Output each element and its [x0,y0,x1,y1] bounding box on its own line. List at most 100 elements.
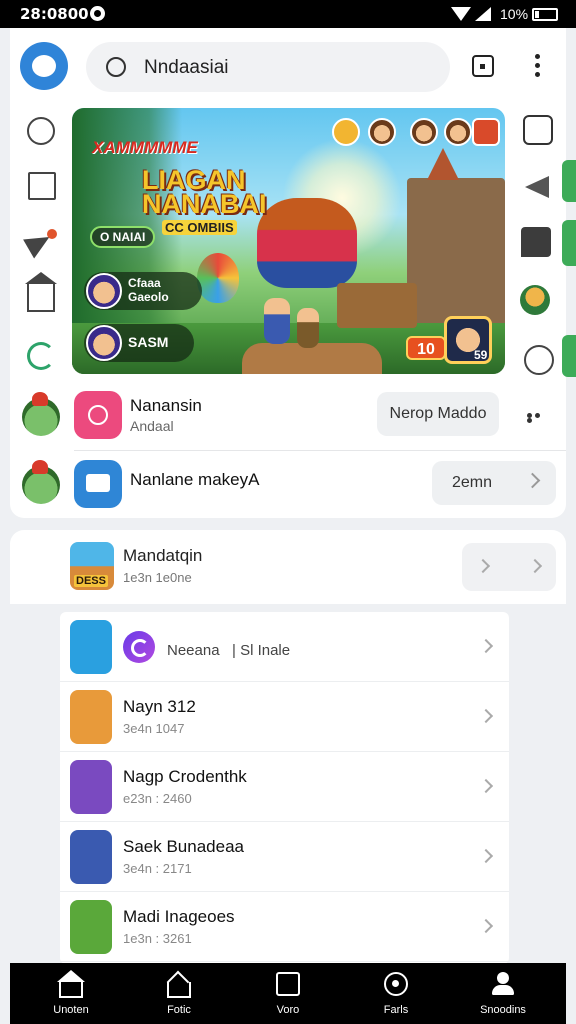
app-tag: DESS [74,575,108,587]
more-options-icon[interactable] [527,413,549,423]
home-icon[interactable] [25,272,57,312]
megaphone-icon[interactable] [523,172,553,202]
game-badge-icon [22,392,60,436]
nav-item-home[interactable]: Unoten [26,963,116,1024]
list-item-title: Nagp Crodenthk [123,767,247,786]
clock-icon[interactable] [27,117,55,145]
home-icon [57,970,85,998]
heart-icon [88,405,108,425]
edge-tab[interactable] [562,335,576,377]
banner-pill: O NAIAI [90,226,156,248]
opponent-score: 59 [474,348,488,362]
character-illustration [264,298,290,344]
chevron-right-icon [527,558,543,574]
game-app-icon: DESS [70,542,114,590]
chevron-right-icon [478,638,494,654]
game-avatar [70,620,112,674]
player-card[interactable]: Cfaaa Gaeolo [84,272,202,310]
game-avatar-icon[interactable] [520,285,550,315]
list-item[interactable]: Nayn 312 3e4n 1047 [60,682,509,752]
player-avatar [86,273,122,309]
lightning-icon[interactable] [332,118,360,146]
chevron-right-icon [478,848,494,864]
cart-illustration [337,283,417,328]
featured-game-banner[interactable]: XAMMMMME LIAGAN NANABAI CC OMBIIS O NAIA… [72,108,505,374]
game-badge-icon [22,460,60,504]
bottom-nav: Unoten Fotic Voro Farls Snoodins [10,963,566,1024]
library-icon[interactable] [28,172,56,200]
timer-icon[interactable] [524,345,554,375]
balloon-illustration [197,253,239,303]
player-avatar-icon[interactable] [368,118,396,146]
list-item-subtitle: e23n : 2460 [123,791,192,806]
player-avatar [86,325,122,361]
search-input[interactable]: Nndaasiai [144,57,229,79]
search-bar[interactable]: Nndaasiai [86,42,450,92]
battery-icon [532,8,558,21]
app-icon[interactable] [74,460,122,508]
nav-item-farls[interactable]: Farls [351,963,441,1024]
pentagon-icon [167,982,191,998]
featured-card[interactable]: DESS Mandatqin 1e3n 1e0ne [10,530,566,604]
shield-icon[interactable] [523,115,553,145]
list-item-title: Madi Inageoes [123,907,235,926]
game-list: Neeana | Sl Inale Nayn 312 3e4n 1047 Nag… [60,612,509,964]
edge-tab[interactable] [562,160,576,202]
player-name: Cfaaa Gaeolo [128,276,169,304]
send-icon[interactable] [23,227,57,259]
tabs-icon[interactable] [472,55,494,77]
nav-item-voro[interactable]: Voro [243,963,333,1024]
nav-label: Farls [383,1004,409,1016]
hero-character [257,198,357,288]
player-avatar-icon[interactable] [410,118,438,146]
feed-title: Nanansin [130,396,202,415]
search-icon [106,57,126,77]
notification-badge [47,229,57,239]
player-avatar-icon[interactable] [444,118,472,146]
chevron-right-icon [478,708,494,724]
chevron-right-icon [478,778,494,794]
nav-label: Snoodins [480,1004,526,1016]
character-illustration [297,308,319,348]
score-badge: 10 [406,336,446,360]
list-item-meta: | Sl Inale [232,642,291,659]
player-card[interactable]: SASM [84,324,194,362]
refresh-app-icon [123,631,155,663]
featured-nav-button[interactable] [462,543,556,591]
featured-subtitle: 1e3n 1e0ne [123,570,192,585]
nav-item-snoodins[interactable]: Snoodins [458,963,548,1024]
featured-title: Mandatqin [123,546,203,565]
list-item[interactable]: Saek Bunadeaa 3e4n : 2171 [60,822,509,892]
chevron-right-icon [524,472,541,489]
inbox-icon [276,972,300,996]
chevron-right-icon [475,558,491,574]
logo-top-text: XAMMMMME [92,138,198,157]
game-avatar [70,690,112,744]
more-options-icon[interactable] [529,54,545,80]
list-item-subtitle: 3e4n : 2171 [123,861,192,876]
list-item[interactable]: Neeana | Sl Inale [60,612,509,682]
edge-tab[interactable] [562,220,576,266]
status-bar: 28:0800 10% [0,0,576,28]
feed-action-label: Nerop Maddo [389,405,487,422]
profile-avatar[interactable] [20,42,68,90]
user-icon [491,972,515,996]
nav-item-fotic[interactable]: Fotic [134,963,224,1024]
list-item[interactable]: Nagp Crodenthk e23n : 2460 [60,752,509,822]
nav-label: Unoten [53,1004,89,1016]
chat-icon[interactable] [521,227,551,257]
feed-action-label: 2emn [452,474,493,491]
pause-icon[interactable] [472,118,500,146]
feed-action-button[interactable]: 2emn [432,461,556,505]
feed-action-button[interactable]: Nerop Maddo [377,392,499,436]
refresh-icon[interactable] [27,342,55,370]
notification-dot-icon [90,6,105,21]
mail-icon [86,474,110,492]
status-time: 28:0800 [20,5,89,23]
nav-label: Voro [276,1004,300,1016]
app-icon[interactable] [74,391,122,439]
logo-title: LIAGAN NANABAI [142,165,267,219]
feed-title: Nanlane makeyA [130,470,260,489]
feed-subtitle: Andaal [130,418,174,434]
list-item[interactable]: Madi Inageoes 1e3n : 3261 [60,892,509,962]
